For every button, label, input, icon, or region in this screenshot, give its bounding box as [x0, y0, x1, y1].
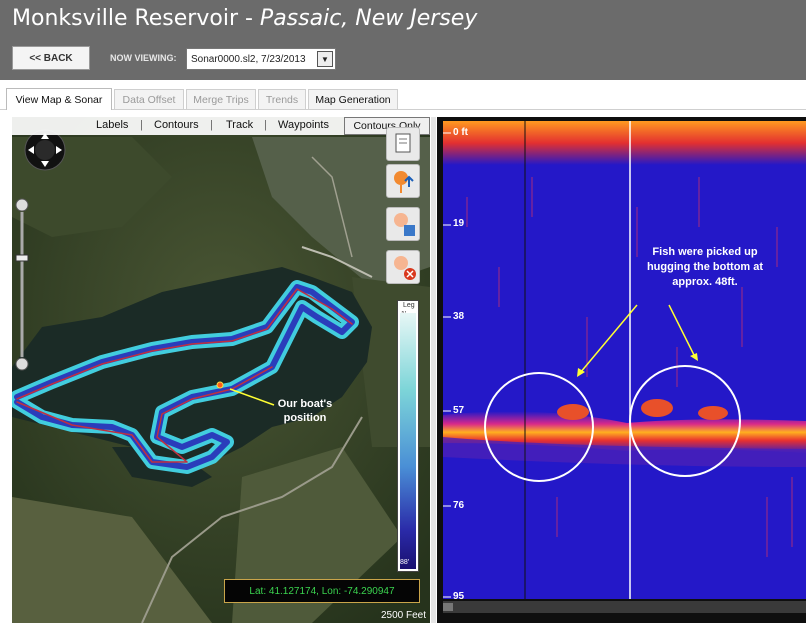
now-viewing-select[interactable]: Sonar0000.sl2, 7/23/2013 ▼ [186, 48, 336, 70]
sonar-view[interactable] [437, 117, 806, 623]
now-viewing-label: NOW VIEWING: [110, 53, 177, 63]
depth-label-38: 38 [453, 311, 465, 322]
delete-waypoint-icon[interactable] [386, 250, 420, 284]
depth-label-76: 76 [453, 500, 465, 511]
edit-icon[interactable] [386, 127, 420, 161]
fish-annotation: Fish were picked up hugging the bottom a… [646, 246, 764, 288]
boat-position-marker [216, 381, 224, 389]
upload-waypoint-icon[interactable] [386, 164, 420, 198]
tab-bar: View Map & Sonar Data Offset Merge Trips… [0, 80, 806, 110]
layer-track[interactable]: Track [226, 119, 253, 131]
layer-contours[interactable]: Contours [154, 119, 199, 131]
tab-view-map-sonar[interactable]: View Map & Sonar [6, 88, 112, 110]
tab-trends[interactable]: Trends [258, 89, 306, 109]
tab-merge-trips[interactable]: Merge Trips [186, 89, 256, 109]
sonar-panel[interactable]: 0 ft 19 38 57 76 95 Fish were picked up … [437, 117, 806, 623]
satellite-map[interactable] [12, 117, 430, 623]
tab-map-generation[interactable]: Map Generation [308, 89, 398, 109]
title-bar: Monksville Reservoir - Passaic, New Jers… [0, 0, 806, 80]
back-button[interactable]: << BACK [12, 46, 90, 70]
tab-data-offset[interactable]: Data Offset [114, 89, 184, 109]
page-title: Monksville Reservoir - Passaic, New Jers… [12, 6, 478, 31]
boat-position-annotation: Our boat's position [277, 398, 333, 424]
depth-label-57: 57 [453, 405, 465, 416]
depth-label-95: 95 [453, 591, 465, 602]
depth-label-19: 19 [453, 218, 465, 229]
depth-legend: Leg 1' 88' [397, 300, 419, 572]
depth-label-0: 0 ft [453, 127, 468, 138]
chevron-down-icon[interactable]: ▼ [317, 51, 333, 67]
save-waypoint-icon[interactable] [386, 207, 420, 241]
layer-labels[interactable]: Labels [96, 119, 128, 131]
panel-splitter[interactable] [431, 117, 436, 623]
map-panel[interactable]: Labels | Contours | Track | Waypoints Co… [12, 117, 430, 623]
layer-waypoints[interactable]: Waypoints [278, 119, 329, 131]
latlon-readout: Lat: 41.127174, Lon: -74.290947 [224, 579, 420, 603]
now-viewing-value: Sonar0000.sl2, 7/23/2013 [191, 53, 306, 65]
map-scale: 2500 Feet [380, 610, 426, 621]
